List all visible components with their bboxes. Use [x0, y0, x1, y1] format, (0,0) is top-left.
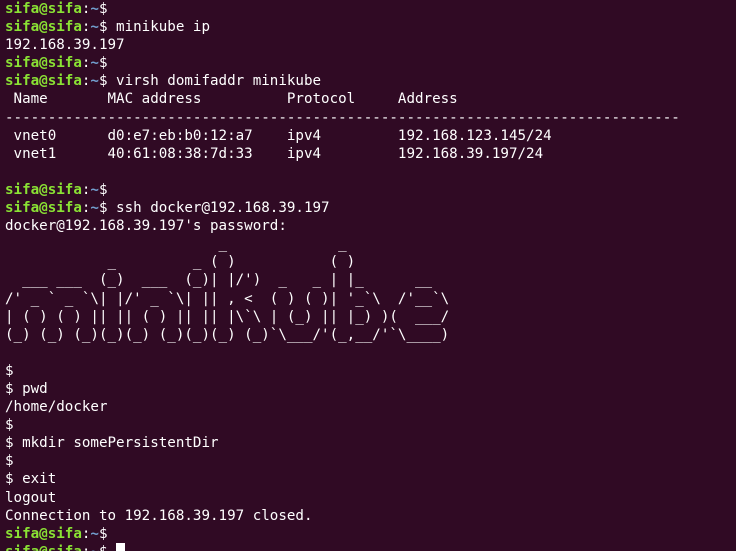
prompt-userhost: sifa@sifa: [5, 181, 82, 198]
output-text: _ _: [5, 236, 347, 253]
output-line: /home/docker: [5, 398, 731, 416]
output-text: $: [5, 362, 14, 379]
prompt-line: sifa@sifa:~$: [5, 0, 731, 18]
prompt-symbol: $: [99, 544, 108, 551]
prompt-userhost: sifa@sifa: [5, 525, 82, 542]
output-text: $: [5, 417, 14, 434]
output-line: $ pwd: [5, 380, 731, 398]
output-text: (_) (_) (_)(_)(_) (_)(_)(_) (_)`\___/'(_…: [5, 326, 450, 343]
output-line: _ _ ( ) ( ): [5, 253, 731, 271]
output-line: $ mkdir somePersistentDir: [5, 434, 731, 452]
prompt-line: sifa@sifa:~$ ssh docker@192.168.39.197: [5, 199, 731, 217]
output-text: Name MAC address Protocol Address: [5, 91, 458, 108]
output-text: vnet1 40:61:08:38:7d:33 ipv4 192.168.39.…: [5, 145, 544, 162]
output-text: docker@192.168.39.197's password:: [5, 218, 287, 235]
output-text: Connection to 192.168.39.197 closed.: [5, 507, 313, 524]
output-line: vnet0 d0:e7:eb:b0:12:a7 ipv4 192.168.123…: [5, 127, 731, 145]
prompt-symbol: $: [98, 181, 108, 198]
output-line: ___ ___ (_) ___ (_)| |/') _ _ | |_ __: [5, 271, 731, 289]
prompt-userhost: sifa@sifa: [5, 200, 82, 217]
output-text: logout: [5, 489, 57, 506]
prompt-path: ~: [90, 181, 99, 198]
output-line: $: [5, 416, 731, 434]
prompt-symbol: $: [98, 73, 108, 90]
output-text: /home/docker: [5, 399, 108, 416]
output-text: _ _ ( ) ( ): [5, 254, 356, 271]
output-line: | ( ) ( ) || || ( ) || || |\`\ | (_) || …: [5, 308, 731, 326]
prompt-userhost: sifa@sifa: [5, 55, 82, 72]
prompt-userhost: sifa@sifa: [5, 19, 82, 36]
prompt-symbol: $: [98, 1, 108, 17]
output-text: $ mkdir somePersistentDir: [5, 435, 219, 452]
prompt-symbol: $: [98, 55, 108, 72]
output-text: vnet0 d0:e7:eb:b0:12:a7 ipv4 192.168.123…: [5, 127, 552, 144]
text-cursor[interactable]: [116, 542, 126, 551]
prompt-symbol: $: [98, 200, 108, 217]
prompt-line: sifa@sifa:~$: [5, 542, 731, 551]
prompt-path: ~: [90, 1, 99, 17]
prompt-userhost: sifa@sifa: [5, 73, 82, 90]
output-line: $: [5, 452, 731, 470]
prompt-userhost: sifa@sifa: [5, 1, 82, 17]
output-text: | ( ) ( ) || || ( ) || || |\`\ | (_) || …: [5, 308, 450, 325]
output-line: vnet1 40:61:08:38:7d:33 ipv4 192.168.39.…: [5, 145, 731, 163]
command-text: ssh docker@192.168.39.197: [107, 200, 330, 217]
output-line: ----------------------------------------…: [5, 109, 731, 127]
prompt-path: ~: [90, 73, 99, 90]
prompt-line: sifa@sifa:~$: [5, 181, 731, 199]
output-line: /' _ ` _ `\| |/' _ `\| || , < ( ) ( )| '…: [5, 290, 731, 308]
command-text: [108, 544, 117, 551]
output-line: $ exit: [5, 470, 731, 488]
output-text: 192.168.39.197: [5, 37, 125, 54]
prompt-path: ~: [90, 544, 99, 551]
output-text: ----------------------------------------…: [5, 109, 680, 126]
output-line: (_) (_) (_)(_)(_) (_)(_)(_) (_)`\___/'(_…: [5, 326, 731, 344]
output-text: $: [5, 453, 14, 470]
prompt-path: ~: [90, 200, 99, 217]
output-line: 192.168.39.197: [5, 36, 731, 54]
prompt-line: sifa@sifa:~$ virsh domifaddr minikube: [5, 72, 731, 90]
output-line: $: [5, 362, 731, 380]
output-line: docker@192.168.39.197's password:: [5, 217, 731, 235]
prompt-path: ~: [90, 525, 99, 542]
output-text: $ exit: [5, 471, 57, 488]
prompt-path: ~: [90, 19, 99, 36]
command-text: minikube ip: [107, 19, 211, 36]
output-text: $ pwd: [5, 380, 48, 397]
output-line: _ _: [5, 235, 731, 253]
prompt-line: sifa@sifa:~$ minikube ip: [5, 18, 731, 36]
prompt-symbol: $: [98, 19, 108, 36]
terminal-window[interactable]: sifa@sifa:~$ sifa@sifa:~$ minikube ip 192.…: [0, 0, 736, 551]
prompt-path: ~: [90, 55, 99, 72]
output-line: logout: [5, 489, 731, 507]
output-text: ___ ___ (_) ___ (_)| |/') _ _ | |_ __: [5, 272, 433, 289]
prompt-line: sifa@sifa:~$: [5, 525, 731, 543]
command-text: virsh domifaddr minikube: [107, 73, 322, 90]
output-line: Name MAC address Protocol Address: [5, 90, 731, 108]
prompt-userhost: sifa@sifa: [5, 544, 82, 551]
prompt-symbol: $: [98, 525, 108, 542]
output-text: /' _ ` _ `\| |/' _ `\| || , < ( ) ( )| '…: [5, 290, 450, 307]
output-line: Connection to 192.168.39.197 closed.: [5, 507, 731, 525]
prompt-line: sifa@sifa:~$: [5, 54, 731, 72]
